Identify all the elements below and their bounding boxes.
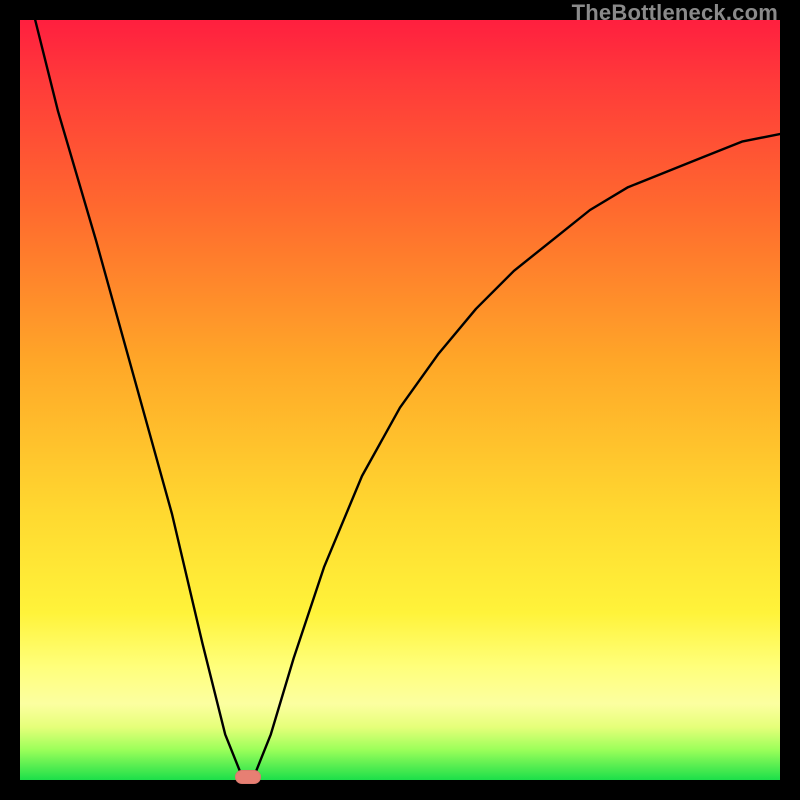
plot-area (20, 20, 780, 780)
optimal-marker (235, 770, 261, 784)
bottleneck-curve (20, 20, 780, 780)
chart-frame: TheBottleneck.com (0, 0, 800, 800)
curve-path (35, 20, 780, 780)
